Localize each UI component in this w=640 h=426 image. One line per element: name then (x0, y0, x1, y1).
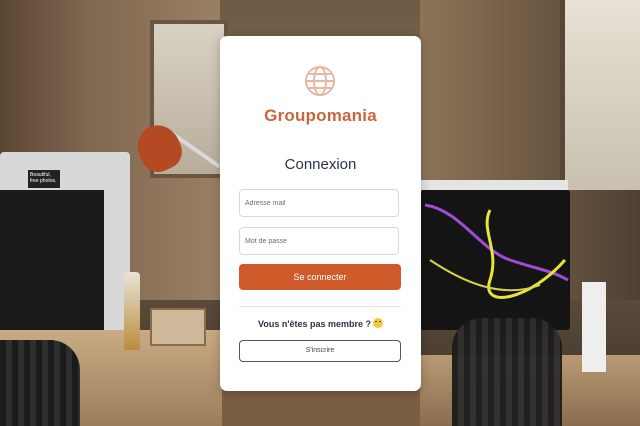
radio (150, 308, 206, 346)
brand-name: Groupomania (264, 106, 377, 125)
login-card: Groupomania Connexion Se connecter Vous … (220, 36, 421, 391)
imac-left-screen (0, 190, 104, 330)
chair-left (0, 340, 80, 426)
form-title: Connexion (284, 156, 357, 173)
password-field-wrapper (239, 227, 399, 255)
chair-right (452, 318, 562, 426)
password-field[interactable] (240, 228, 398, 254)
email-field-wrapper (239, 189, 399, 217)
monitor-wallpaper-lines (424, 203, 569, 299)
signup-button[interactable]: S'inscrire (239, 340, 401, 362)
window-right (560, 0, 640, 190)
divider (239, 306, 401, 307)
milk-carton (582, 282, 606, 372)
sad-face-emoji-icon (373, 318, 383, 328)
laptop-sticker: Beautiful, free photos. (28, 170, 60, 188)
signup-prompt: Vous n'êtes pas membre ? (220, 318, 421, 329)
login-button[interactable]: Se connecter (239, 264, 401, 290)
monitor-right (420, 190, 570, 330)
email-field[interactable] (240, 190, 398, 216)
bottle (124, 272, 140, 350)
globe-icon (305, 66, 335, 96)
signup-prompt-text: Vous n'êtes pas membre ? (257, 319, 371, 329)
